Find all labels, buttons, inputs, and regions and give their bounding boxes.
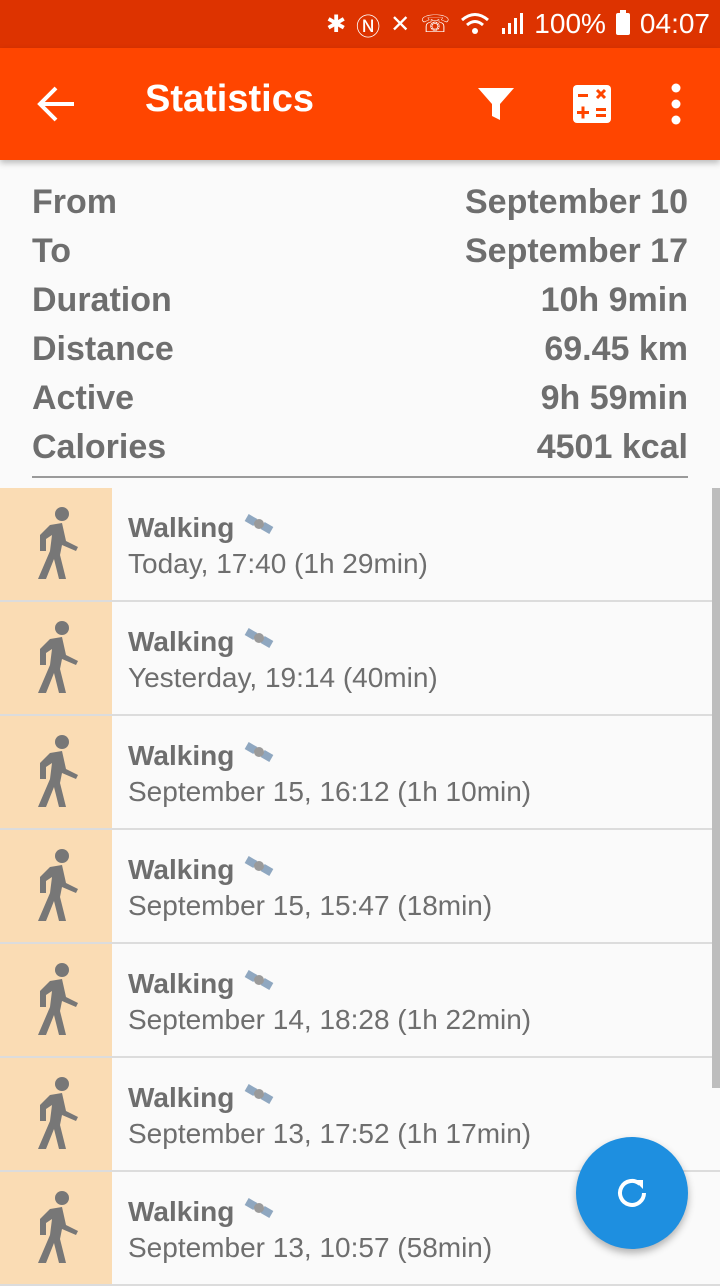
activity-type: Walking (128, 852, 276, 887)
summary-label: Calories (32, 428, 167, 466)
walking-icon (0, 716, 112, 828)
activity-time: September 14, 18:28 (1h 22min) (128, 1004, 532, 1035)
battery-charging-icon (615, 10, 630, 35)
calculator-icon[interactable] (572, 84, 612, 124)
satellite-icon (244, 852, 276, 887)
activity-type: Walking (128, 1080, 276, 1115)
refresh-icon (618, 1178, 646, 1207)
wifi-calling-icon: ☏ (420, 10, 451, 38)
summary-label: Distance (32, 330, 174, 368)
wifi-icon (460, 12, 490, 36)
activity-time: September 15, 16:12 (1h 10min) (128, 776, 532, 807)
satellite-icon (244, 510, 276, 545)
activity-type-label: Walking (128, 739, 235, 771)
summary-value: 4501 kcal (536, 428, 688, 466)
activity-type-label: Walking (128, 853, 235, 885)
app-bar: Statistics (0, 48, 720, 160)
more-options-icon[interactable] (664, 82, 688, 126)
summary-row-active: Active 9h 59min (32, 374, 688, 423)
list-item[interactable]: Walking Yesterday, 19:14 (40min) (0, 602, 720, 716)
summary-value: 10h 9min (540, 281, 688, 319)
activity-type: Walking (128, 510, 276, 545)
summary-row-distance: Distance 69.45 km (32, 325, 688, 374)
satellite-icon (244, 624, 276, 659)
summary-label: Active (32, 379, 135, 417)
summary-label: To (32, 232, 72, 270)
summary-row-to: To September 17 (32, 227, 688, 276)
satellite-icon (244, 1194, 276, 1229)
satellite-icon (244, 966, 276, 1001)
summary-row-duration: Duration 10h 9min (32, 276, 688, 325)
signal-icon (500, 12, 524, 36)
walking-icon (0, 944, 112, 1056)
activity-type-label: Walking (128, 511, 235, 543)
activity-time: September 15, 15:47 (18min) (128, 890, 493, 921)
activity-time: Today, 17:40 (1h 29min) (128, 548, 428, 579)
summary-value: September 17 (465, 232, 688, 270)
bluetooth-icon: ✱ (326, 10, 347, 38)
mute-icon: ✕ (390, 10, 411, 38)
satellite-icon (244, 738, 276, 773)
statistics-summary: From September 10 To September 17 Duration 10… (32, 178, 688, 478)
activity-type-label: Walking (128, 1081, 235, 1113)
refresh-button[interactable] (576, 1137, 688, 1249)
list-item[interactable]: Walking September 15, 15:47 (18min) (0, 830, 720, 944)
page-title: Statistics (145, 78, 314, 120)
battery-percent: 100% (534, 8, 606, 39)
activity-time: Yesterday, 19:14 (40min) (128, 662, 438, 693)
activity-type: Walking (128, 738, 276, 773)
activity-type: Walking (128, 966, 276, 1001)
walking-icon (0, 1058, 112, 1170)
activity-type: Walking (128, 1194, 276, 1229)
status-bar: ✱ Ⓝ ✕ ☏ 100% 04:07 (0, 0, 720, 48)
list-item[interactable]: Walking September 15, 16:12 (1h 10min) (0, 716, 720, 830)
activity-type: Walking (128, 624, 276, 659)
walking-icon (0, 602, 112, 714)
activity-type-label: Walking (128, 967, 235, 999)
summary-value: 69.45 km (544, 330, 688, 368)
scrollbar[interactable] (712, 488, 720, 1088)
activity-time: September 13, 17:52 (1h 17min) (128, 1118, 532, 1149)
satellite-icon (244, 1080, 276, 1115)
walking-icon (0, 830, 112, 942)
summary-value: September 10 (465, 183, 688, 221)
list-item[interactable]: Walking September 14, 18:28 (1h 22min) (0, 944, 720, 1058)
summary-row-from: From September 10 (32, 178, 688, 227)
back-arrow-icon[interactable] (34, 84, 78, 124)
activity-type-label: Walking (128, 625, 235, 657)
summary-value: 9h 59min (540, 379, 688, 417)
summary-label: From (32, 183, 117, 221)
activity-type-label: Walking (128, 1195, 235, 1227)
filter-icon[interactable] (476, 86, 516, 122)
walking-icon (0, 488, 112, 600)
walking-icon (0, 1172, 112, 1284)
nfc-icon: Ⓝ (356, 13, 381, 41)
summary-row-calories: Calories 4501 kcal (32, 423, 688, 472)
list-item[interactable]: Walking Today, 17:40 (1h 29min) (0, 488, 720, 602)
clock: 04:07 (639, 8, 710, 39)
summary-label: Duration (32, 281, 172, 319)
activity-time: September 13, 10:57 (58min) (128, 1232, 493, 1263)
